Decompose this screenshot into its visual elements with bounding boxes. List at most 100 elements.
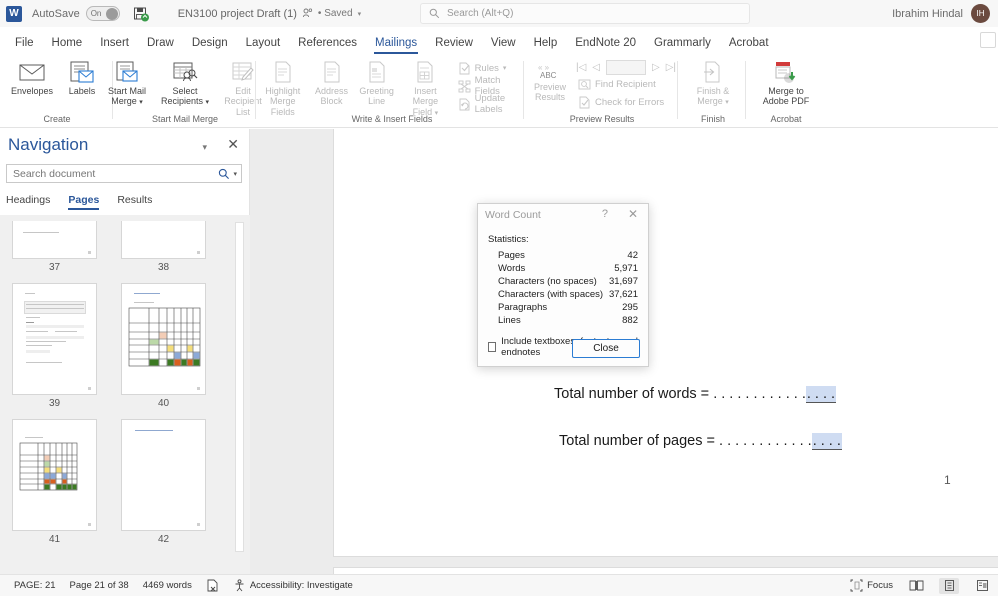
print-layout-view-button[interactable] xyxy=(939,578,959,594)
tab-review[interactable]: Review xyxy=(426,34,482,53)
close-button[interactable]: Close xyxy=(572,339,640,358)
thumbnail-item[interactable]: 42 xyxy=(121,419,206,545)
word-count-dialog-titlebar[interactable]: Word Count ? ✕ xyxy=(478,204,648,226)
tab-view[interactable]: View xyxy=(482,34,525,53)
thumbnail-page-preview[interactable] xyxy=(12,283,97,395)
tab-mailings[interactable]: Mailings xyxy=(366,34,426,53)
start-mail-merge-button[interactable]: Start MailMerge ▾ xyxy=(98,58,156,109)
find-recipient-icon xyxy=(578,78,591,91)
user-account-area[interactable]: Ibrahim Hindal IH xyxy=(892,3,990,24)
people-share-icon xyxy=(302,8,313,19)
proofing-errors-icon[interactable] xyxy=(206,579,219,592)
web-layout-view-button[interactable] xyxy=(972,578,992,594)
focus-button[interactable]: Focus xyxy=(850,579,893,592)
autosave-toggle[interactable]: On xyxy=(86,6,120,21)
tab-layout[interactable]: Layout xyxy=(237,34,290,53)
stat-row-characters-no-spaces: Characters (no spaces) 31,697 xyxy=(488,275,638,288)
address-block-button[interactable]: AddressBlock xyxy=(309,58,354,109)
nav-tab-results[interactable]: Results xyxy=(117,194,152,210)
status-page-of[interactable]: Page 21 of 38 xyxy=(70,580,129,591)
tab-acrobat[interactable]: Acrobat xyxy=(720,34,778,53)
tab-file[interactable]: File xyxy=(6,34,43,53)
check-for-errors-button[interactable]: Check for Errors xyxy=(576,93,676,111)
status-accessibility[interactable]: Accessibility: Investigate xyxy=(233,579,353,592)
search-input[interactable]: Search (Alt+Q) xyxy=(420,3,750,24)
ribbon-separator xyxy=(523,61,524,119)
ribbon-display-options-button[interactable] xyxy=(980,32,996,48)
thumbnail-page-number: 41 xyxy=(12,534,97,545)
save-sync-icon[interactable] xyxy=(132,5,150,23)
document-page[interactable] xyxy=(333,567,998,574)
thumbnail-page-preview[interactable] xyxy=(12,419,97,531)
include-textboxes-checkbox[interactable] xyxy=(488,342,496,352)
record-number-input[interactable] xyxy=(606,60,646,75)
document-title-area[interactable]: EN3100 project Draft (1) • Saved ▾ xyxy=(178,8,361,20)
tab-insert[interactable]: Insert xyxy=(91,34,138,53)
stat-label: Paragraphs xyxy=(498,302,547,313)
nav-tab-pages[interactable]: Pages xyxy=(68,194,99,210)
first-record-button[interactable]: |◁ xyxy=(576,62,586,73)
preview-results-label: PreviewResults xyxy=(534,82,566,103)
tab-references[interactable]: References xyxy=(289,34,366,53)
close-icon[interactable]: ✕ xyxy=(628,207,638,221)
stat-value: 31,697 xyxy=(609,276,638,287)
select-recipients-button[interactable]: SelectRecipients ▾ xyxy=(156,58,214,109)
nav-tab-headings[interactable]: Headings xyxy=(6,194,50,210)
tab-endnote-20[interactable]: EndNote 20 xyxy=(566,34,645,53)
preview-results-button[interactable]: « » ABC PreviewResults xyxy=(528,58,572,105)
tab-grammarly[interactable]: Grammarly xyxy=(645,34,720,53)
thumbnail-page-preview[interactable] xyxy=(121,419,206,531)
thumbnail-page-preview[interactable] xyxy=(121,283,206,395)
document-text-line[interactable]: Total number of pages = . . . . . . . . … xyxy=(559,433,842,449)
thumbnail-item[interactable]: 40 xyxy=(121,283,206,409)
page-thumbnail-list[interactable]: 37 38 xyxy=(0,215,250,574)
word-count-dialog[interactable]: Word Count ? ✕ Statistics: Pages 42 Word… xyxy=(477,203,649,367)
help-icon[interactable]: ? xyxy=(602,208,608,220)
document-line-selected-leader[interactable]: . . . . xyxy=(812,433,842,450)
avatar[interactable]: IH xyxy=(971,4,990,23)
thumbnail-item[interactable]: 37 xyxy=(12,221,97,273)
find-recipient-label: Find Recipient xyxy=(595,79,656,90)
thumbnail-page-preview[interactable] xyxy=(121,221,206,259)
focus-label: Focus xyxy=(867,580,893,591)
record-navigator[interactable]: |◁ ◁ ▷ ▷| xyxy=(576,60,676,75)
document-page[interactable]: Total number of words = . . . . . . . . … xyxy=(333,129,998,557)
thumbnail-item[interactable]: 39 xyxy=(12,283,97,409)
autosave-state: On xyxy=(91,9,102,18)
tab-design[interactable]: Design xyxy=(183,34,237,53)
navigation-search-input[interactable]: Search document ▾ xyxy=(6,164,242,183)
status-page-marker[interactable]: PAGE: 21 xyxy=(14,580,56,591)
title-bar: W AutoSave On EN3100 project Draft (1) xyxy=(0,0,998,27)
thumbnail-item[interactable]: 38 xyxy=(121,221,206,273)
search-options-caret-icon[interactable]: ▾ xyxy=(233,170,237,178)
envelopes-button[interactable]: Envelopes xyxy=(7,58,57,98)
last-record-button[interactable]: ▷| xyxy=(666,62,676,73)
insert-merge-field-button[interactable]: Insert MergeField ▾ xyxy=(399,58,451,120)
tab-home[interactable]: Home xyxy=(43,34,92,53)
read-mode-view-button[interactable] xyxy=(906,578,926,594)
rules-icon xyxy=(458,62,471,75)
navigation-scrollbar-thumb[interactable] xyxy=(235,222,244,552)
find-recipient-button[interactable]: Find Recipient xyxy=(576,75,676,93)
navigation-options-caret-icon[interactable]: ▾ xyxy=(202,142,207,153)
status-word-count[interactable]: 4469 words xyxy=(143,580,192,591)
navigation-scrollbar[interactable] xyxy=(235,219,244,569)
document-line-selected-leader[interactable]: . . . . xyxy=(806,386,836,403)
highlight-merge-fields-button[interactable]: HighlightMerge Fields xyxy=(257,58,309,119)
navigation-pane-title: Navigation xyxy=(8,135,88,155)
tab-draw[interactable]: Draw xyxy=(138,34,183,53)
previous-record-button[interactable]: ◁ xyxy=(592,62,600,73)
thumbnail-item[interactable]: 41 xyxy=(12,419,97,545)
tab-help[interactable]: Help xyxy=(525,34,567,53)
greeting-line-button[interactable]: GreetingLine xyxy=(354,58,399,109)
document-text-line[interactable]: Total number of words = . . . . . . . . … xyxy=(554,386,836,402)
navigation-close-icon[interactable]: ✕ xyxy=(227,137,239,151)
chevron-down-icon[interactable]: ▾ xyxy=(358,10,362,18)
update-labels-button[interactable]: Update Labels xyxy=(456,95,528,113)
next-record-button[interactable]: ▷ xyxy=(652,62,660,73)
finish-and-merge-button[interactable]: Finish &Merge ▾ xyxy=(684,58,742,109)
search-icon[interactable] xyxy=(218,168,230,180)
merge-to-adobe-pdf-button[interactable]: Merge toAdobe PDF xyxy=(757,58,815,109)
thumbnail-page-preview[interactable] xyxy=(12,221,97,259)
check-for-errors-label: Check for Errors xyxy=(595,97,664,108)
